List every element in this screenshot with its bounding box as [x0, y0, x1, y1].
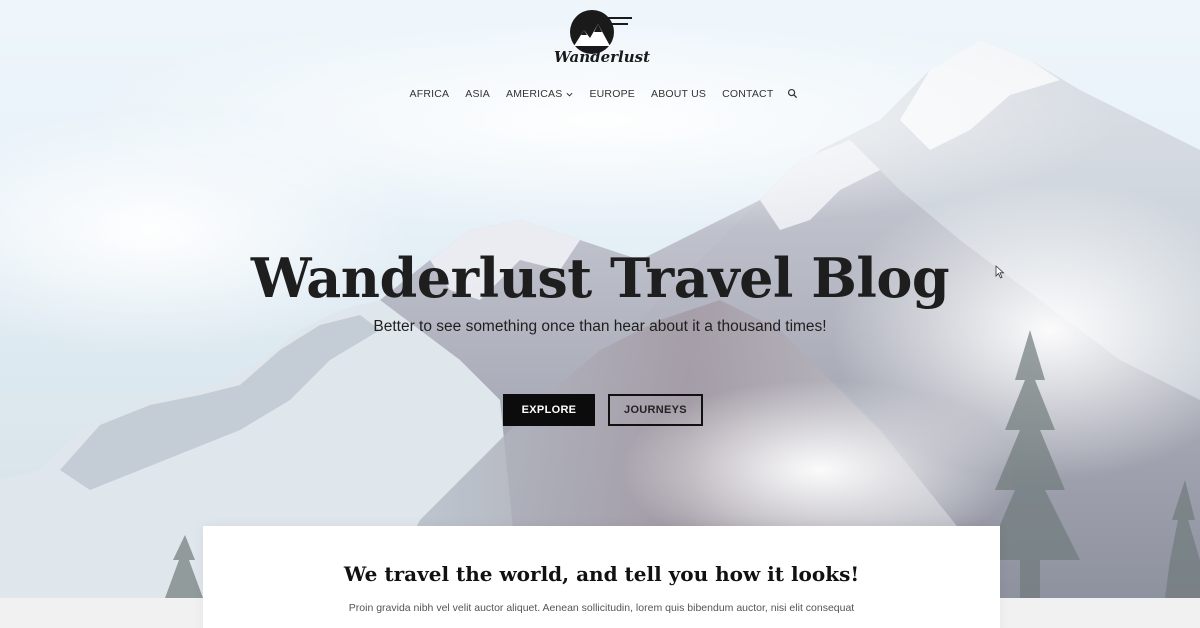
hero-subtitle: Better to see something once than hear a…	[373, 318, 827, 335]
nav-item-americas[interactable]: AMERICAS	[498, 88, 581, 100]
nav-item-about-us[interactable]: ABOUT US	[643, 88, 714, 100]
intro-card: We travel the world, and tell you how it…	[203, 526, 1000, 628]
hero-title: Wanderlust Travel Blog	[250, 246, 950, 310]
chevron-down-icon	[566, 92, 573, 97]
nav-item-label: CONTACT	[722, 88, 774, 100]
nav-item-label: ABOUT US	[650, 88, 707, 100]
nav-item-europe[interactable]: EUROPE	[581, 88, 643, 100]
journeys-button[interactable]: JOURNEYS	[608, 394, 703, 426]
explore-button[interactable]: EXPLORE	[503, 394, 595, 426]
intro-title: We travel the world, and tell you how it…	[343, 562, 860, 586]
nav-item-label: ASIA	[465, 88, 490, 100]
nav-item-label: AMERICAS	[505, 88, 563, 100]
hero-section: Wanderlust AFRICA ASIA AMERICAS EUROPE A…	[0, 0, 1200, 598]
intro-text: Proin gravida nibh vel velit auctor aliq…	[348, 602, 855, 614]
nav-item-label: AFRICA	[409, 88, 450, 100]
main-navigation: AFRICA ASIA AMERICAS EUROPE ABOUT US CON…	[0, 88, 1200, 100]
nav-item-label: EUROPE	[589, 88, 635, 100]
mouse-cursor-icon	[995, 265, 1005, 279]
wanderlust-logo[interactable]: Wanderlust	[548, 8, 656, 66]
nav-item-contact[interactable]: CONTACT	[714, 88, 781, 100]
logo-wordmark: Wanderlust	[554, 48, 650, 66]
nav-item-africa[interactable]: AFRICA	[402, 88, 458, 100]
search-icon[interactable]	[787, 88, 798, 99]
nav-item-asia[interactable]: ASIA	[457, 88, 498, 100]
